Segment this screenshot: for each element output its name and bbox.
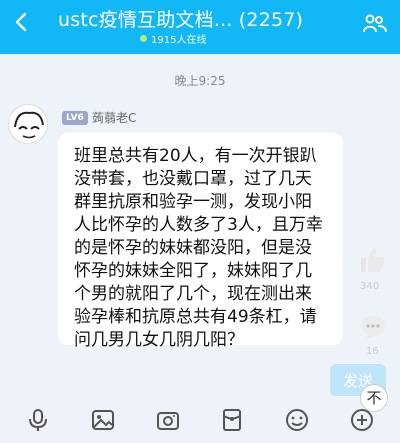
message-line: 没带套，也没戴口罩，过了几天 xyxy=(74,169,312,189)
sender-nickname[interactable]: 蒟蒻老C xyxy=(92,109,136,126)
comment-count: 16 xyxy=(366,346,379,357)
message-line: 人比怀孕的人数多了3人，且万幸 xyxy=(74,215,323,235)
avatar-drawing-icon xyxy=(11,107,47,143)
comment-icon[interactable] xyxy=(358,312,388,342)
message-line: 怀孕的妹妹全阳了，妹妹阳了几 xyxy=(74,261,312,281)
input-toolbar xyxy=(0,396,400,443)
group-title[interactable]: ustc疫情互助文档... (2257) xyxy=(58,5,358,32)
message-line: 班里总共有20人，有一次开银趴 xyxy=(74,146,317,166)
chat-header: ustc疫情互助文档... (2257) 1915人在线 xyxy=(0,0,400,54)
message-line: 群里抗原和验孕一测，发现小阳 xyxy=(74,192,312,212)
emoji-icon[interactable] xyxy=(284,407,310,433)
camera-icon[interactable] xyxy=(155,407,181,433)
online-dot-icon xyxy=(140,35,147,42)
red-packet-icon[interactable] xyxy=(219,407,245,433)
online-count: 1915人在线 xyxy=(151,35,207,46)
message-line: 问几男几女几阴几阳？ xyxy=(74,330,244,350)
floating-action-button[interactable]: 不 xyxy=(360,384,388,412)
level-badge: LV6 xyxy=(62,111,88,125)
message-line: 验孕棒和抗原总共有49条杠，请 xyxy=(74,307,317,327)
message-timestamp: 晚上9:25 xyxy=(174,74,226,88)
image-icon[interactable] xyxy=(90,407,116,433)
microphone-icon[interactable] xyxy=(25,407,51,433)
back-arrow-icon[interactable] xyxy=(10,10,34,34)
sender-avatar[interactable] xyxy=(8,104,48,144)
message-line: 个男的就阳了几个，现在测出来 xyxy=(74,284,312,304)
group-menu-icon[interactable] xyxy=(362,12,388,36)
message-bubble[interactable]: 班里总共有20人，有一次开银趴 没带套，也没戴口罩，过了几天 群里抗原和验孕一测… xyxy=(58,133,343,350)
online-status: 1915人在线 xyxy=(140,31,206,46)
like-count: 340 xyxy=(360,281,380,292)
thumbs-up-icon[interactable] xyxy=(357,245,387,275)
message-line: 的是怀孕的妹妹都没阳，但是没 xyxy=(74,238,312,258)
